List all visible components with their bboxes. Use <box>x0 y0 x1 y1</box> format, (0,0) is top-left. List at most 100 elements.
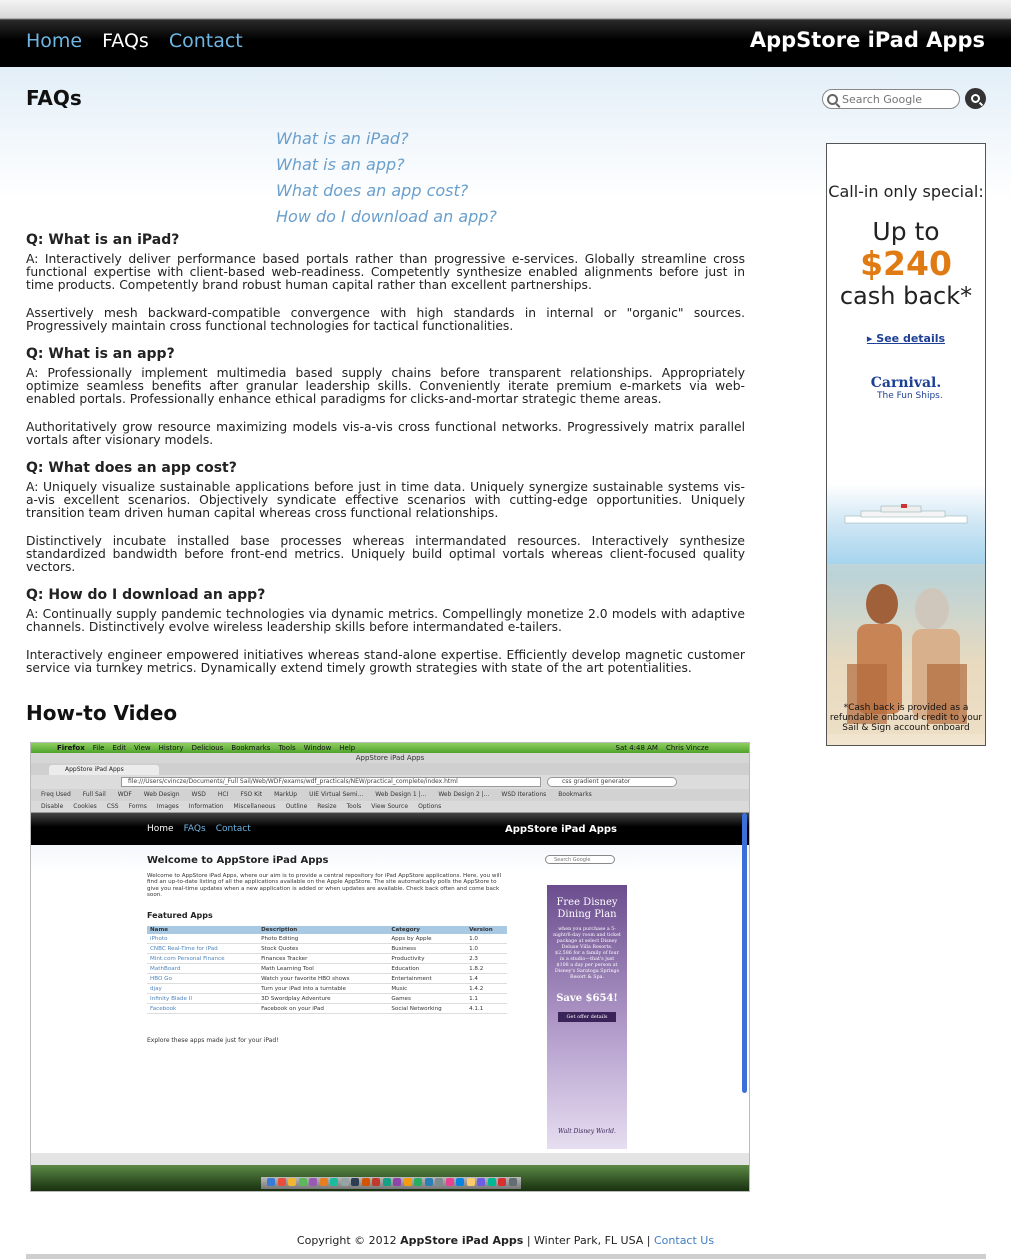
dock-app-icon <box>498 1178 506 1186</box>
video-site-header: Home FAQs Contact AppStore iPad Apps <box>31 813 749 845</box>
faq-paragraph: Interactively engineer empowered initiat… <box>26 648 745 675</box>
ad-cashback-text: cash back* <box>839 282 973 310</box>
video-featured-heading: Featured Apps <box>147 911 213 920</box>
video-address-bar: file:///Users/cvincze/Documents/_Full Sa… <box>31 775 749 789</box>
dock-app-icon <box>435 1178 443 1186</box>
video-browser-tab: AppStore iPad Apps <box>49 765 159 775</box>
faq-answer: A: Continually supply pandemic technolog… <box>26 607 745 634</box>
video-intro-text: Welcome to AppStore iPad Apps, where our… <box>147 873 502 898</box>
faq-question: Q: What is an app? <box>26 346 175 362</box>
faq-section-cost: Q: What does an app cost? A: Uniquely vi… <box>26 460 745 574</box>
dock-app-icon <box>372 1178 380 1186</box>
dock-app-icon <box>508 1178 517 1186</box>
search-box[interactable] <box>822 89 960 109</box>
footer-contact-link[interactable]: Contact Us <box>654 1234 714 1247</box>
dock-app-icon <box>382 1178 391 1186</box>
video-browser-tabs: AppStore iPad Apps <box>31 763 749 775</box>
video-developer-toolbar: Disable Cookies CSS Forms Images Information M… <box>31 801 749 813</box>
video-dock <box>31 1165 749 1191</box>
ad-upto-text: Up to <box>872 217 940 246</box>
dock-app-icon <box>487 1178 496 1186</box>
toc-link-ipad[interactable]: What is an iPad? <box>276 126 497 152</box>
carnival-ad-banner[interactable]: Call-in only special: Up to $240 cash ba… <box>826 143 986 746</box>
video-window-title: AppStore iPad Apps <box>31 753 749 763</box>
video-apps-table: Name Description Category Version iPhoto Pho… <box>147 926 507 1014</box>
table-row: CNBC Real-Time for iPad Stock Quotes Busin… <box>147 943 507 954</box>
dock-app-icon <box>330 1178 338 1186</box>
ad-details-link[interactable]: ▸ See details <box>827 332 985 345</box>
dock-app-icon <box>309 1178 317 1186</box>
footer-copyright: Copyright © 2012 <box>296 1234 397 1247</box>
search-icon <box>827 93 838 105</box>
carnival-tagline: The Fun Ships. <box>877 391 943 401</box>
dock-app-icon <box>361 1178 370 1186</box>
dock-app-icon <box>340 1178 349 1186</box>
table-row: MathBoard Math Learning Tool Education 1.8.… <box>147 963 507 974</box>
video-scrollbar <box>742 813 747 1093</box>
dock-app-icon <box>351 1178 359 1186</box>
dock-app-icon <box>277 1178 286 1186</box>
faq-answer: A: Professionally implement multimedia b… <box>26 366 745 406</box>
cruise-ship-image <box>844 504 968 524</box>
faq-section-download: Q: How do I download an app? A: Continua… <box>26 587 745 675</box>
ad-amount-text: $240 <box>860 244 952 283</box>
toc-link-download[interactable]: How do I download an app? <box>276 204 497 230</box>
table-row: Mint.com Personal Finance Finances Tracke… <box>147 953 507 964</box>
howto-video-player[interactable]: Firefox File Edit View History Delicious Bookm… <box>30 742 750 1192</box>
footer-location: | Winter Park, FL USA | <box>523 1234 654 1247</box>
video-mac-menubar: Firefox File Edit View History Delicious Bookm… <box>31 743 749 753</box>
site-brand[interactable]: AppStore iPad Apps <box>750 28 985 52</box>
dock-app-icon <box>414 1178 422 1186</box>
nav-contact-link[interactable]: Contact <box>169 30 243 52</box>
faq-answer: A: Uniquely visualize sustainable applic… <box>26 480 745 520</box>
table-row: iPhoto Photo Editing Apps by Apple 1.0 <box>147 934 507 944</box>
nav-faqs-link[interactable]: FAQs <box>102 30 149 52</box>
toc-link-app[interactable]: What is an app? <box>276 152 497 178</box>
faq-question: Q: How do I download an app? <box>26 587 266 603</box>
dock-app-icon <box>445 1178 454 1186</box>
main-nav: Home FAQs Contact <box>26 30 243 52</box>
footer-site-name: AppStore iPad Apps <box>400 1234 524 1247</box>
dock-app-icon <box>466 1178 475 1186</box>
faq-section-ipad: Q: What is an iPad? A: Interactively del… <box>26 232 745 333</box>
footer-divider <box>26 1254 986 1259</box>
dock-app-icon <box>298 1178 307 1186</box>
dock-app-icon <box>288 1178 296 1186</box>
search-input[interactable] <box>842 91 952 107</box>
ad-callin-text: Call-in only special: <box>828 182 984 201</box>
video-bookmarks-bar: Freq Used Full Sail WDF Web Design WSD HCI FSO… <box>31 789 749 801</box>
dock-app-icon <box>393 1178 401 1186</box>
faq-question: Q: What is an iPad? <box>26 232 180 248</box>
video-search-field: css gradient generator <box>547 777 677 787</box>
dock-app-icon <box>267 1178 275 1186</box>
faq-answer: A: Interactively deliver performance bas… <box>26 252 745 292</box>
video-disney-ad: Free Disney Dining Plan when you purchas… <box>547 885 627 1149</box>
header-bar: Home FAQs Contact AppStore iPad Apps <box>0 0 1011 67</box>
table-row: HBO Go Watch your favorite HBO shows Enter… <box>147 973 507 984</box>
faq-paragraph: Distinctively incubate installed base pr… <box>26 534 745 574</box>
dock-app-icon <box>477 1178 485 1186</box>
video-site-search: Search Google <box>545 855 615 864</box>
faq-paragraph: Assertively mesh backward-compatible con… <box>26 306 745 333</box>
nav-home-link[interactable]: Home <box>26 30 82 52</box>
video-section-title: How-to Video <box>26 701 178 725</box>
dock-app-icon <box>319 1178 328 1186</box>
magnifier-icon <box>971 94 980 103</box>
search-submit-button[interactable] <box>965 88 986 109</box>
video-webpage: Home FAQs Contact AppStore iPad Apps Welco… <box>31 813 749 1153</box>
table-row: Facebook Facebook on your iPad Social Netw… <box>147 1003 507 1014</box>
toc-link-cost[interactable]: What does an app cost? <box>276 178 497 204</box>
table-row: Infinity Blade II 3D Swordplay Adventure G… <box>147 993 507 1004</box>
video-explore-text: Explore these apps made just for your iP… <box>147 1037 279 1044</box>
video-url-field: file:///Users/cvincze/Documents/_Full Sa… <box>121 777 541 787</box>
page-title: FAQs <box>26 86 82 110</box>
dock-app-icon <box>424 1178 433 1186</box>
video-welcome-heading: Welcome to AppStore iPad Apps <box>147 855 329 866</box>
faq-question: Q: What does an app cost? <box>26 460 237 476</box>
faq-toc: What is an iPad? What is an app? What do… <box>276 126 497 230</box>
ad-disclaimer: *Cash back is provided as a refundable o… <box>829 703 983 733</box>
page-footer: Copyright © 2012 AppStore iPad Apps | Wi… <box>0 1234 1011 1247</box>
faq-paragraph: Authoritatively grow resource maximizing… <box>26 420 745 447</box>
carnival-logo: Carnival. <box>870 375 942 391</box>
dock-app-icon <box>456 1178 464 1186</box>
